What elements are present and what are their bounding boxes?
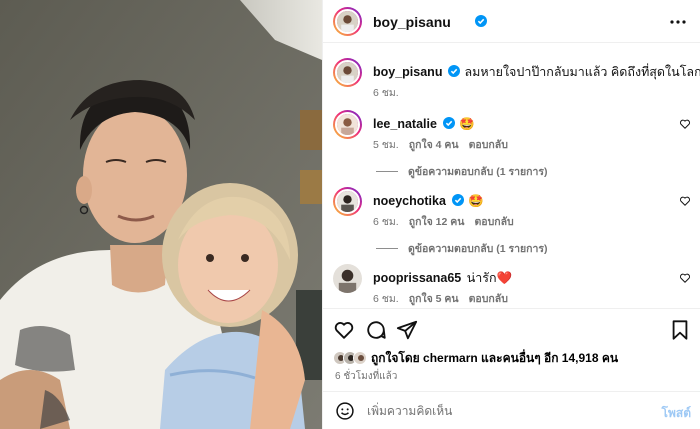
comment-username[interactable]: pooprissana65	[373, 271, 461, 285]
comment-avatar[interactable]	[333, 264, 362, 293]
comment-likes-link[interactable]: ถูกใจ 4 คน	[409, 139, 459, 151]
post-detail-panel: boy_pisanu boy_pisanu ลมหายใจปาป๊ากลับมาแ…	[322, 0, 700, 429]
likes-summary[interactable]: ถูกใจโดย chermarn และคนอื่นๆ อีก 14,918 …	[333, 350, 618, 366]
liker-avatar	[353, 351, 367, 365]
comment-meta: 6 ชม. ถูกใจ 12 คน ตอบกลับ	[373, 213, 524, 230]
comment-likes-link[interactable]: ถูกใจ 5 คน	[409, 293, 459, 305]
comment-bubble-icon[interactable]	[365, 319, 387, 341]
comment-text-line: pooprissana65 น่ารัก❤️	[373, 270, 512, 286]
comment-time: 6 ชม.	[373, 293, 399, 305]
comment-input[interactable]	[367, 401, 627, 421]
like-comment-heart-icon[interactable]	[679, 118, 691, 130]
photo-illustration	[0, 0, 322, 429]
comment-text: 🤩	[458, 117, 475, 131]
replies-divider-line	[376, 248, 398, 249]
author-avatar[interactable]	[333, 7, 362, 36]
comment-heart-emoji: ❤️	[496, 271, 513, 285]
comment-username[interactable]: noeychotika	[373, 194, 446, 208]
caption-username[interactable]: boy_pisanu	[373, 65, 442, 79]
comment-avatar[interactable]	[333, 110, 362, 139]
verified-badge-icon	[442, 117, 455, 129]
comment-meta: 6 ชม. ถูกใจ 5 คน ตอบกลับ	[373, 290, 518, 307]
likes-summary-text: ถูกใจโดย chermarn และคนอื่นๆ อีก 14,918 …	[371, 350, 619, 365]
comment-time: 5 ชม.	[373, 139, 399, 151]
caption-avatar[interactable]	[333, 58, 362, 87]
comment-text: น่ารัก	[466, 271, 497, 285]
comment-text-line: lee_natalie 🤩	[373, 116, 475, 132]
comment-username[interactable]: lee_natalie	[373, 117, 437, 131]
comment-text: 🤩	[467, 194, 484, 208]
post-comment-button[interactable]: โพสต์	[662, 404, 691, 423]
author-username[interactable]: boy_pisanu	[373, 14, 451, 30]
more-horizontal-icon[interactable]	[669, 13, 687, 31]
verified-badge-icon	[451, 194, 464, 206]
comment-text-line: noeychotika 🤩	[373, 193, 484, 209]
share-send-icon[interactable]	[396, 319, 418, 341]
caption-time: 6 ชม.	[373, 87, 399, 99]
add-comment-bar: โพสต์	[323, 391, 700, 429]
comment-likes-link[interactable]: ถูกใจ 12 คน	[409, 216, 465, 228]
post-header: boy_pisanu	[323, 0, 700, 43]
view-replies-button[interactable]: ดูข้อความตอบกลับ (1 รายการ)	[376, 240, 548, 257]
author-avatar-image	[335, 9, 360, 34]
like-heart-icon[interactable]	[333, 319, 355, 341]
caption-avatar-image	[335, 60, 360, 85]
view-replies-label: ดูข้อความตอบกลับ (1 รายการ)	[408, 243, 548, 255]
bookmark-save-icon[interactable]	[669, 319, 691, 341]
view-replies-button[interactable]: ดูข้อความตอบกลับ (1 รายการ)	[376, 163, 548, 180]
comment-avatar[interactable]	[333, 187, 362, 216]
reply-button[interactable]: ตอบกลับ	[469, 293, 508, 305]
comment-avatar-image	[333, 264, 362, 293]
post-actions	[323, 317, 700, 345]
caption-meta: 6 ชม.	[373, 84, 409, 101]
comment-avatar-image	[335, 189, 360, 214]
comment-time: 6 ชม.	[373, 216, 399, 228]
verified-badge-icon	[448, 65, 461, 77]
comment-avatar-image	[335, 112, 360, 137]
view-replies-label: ดูข้อความตอบกลับ (1 รายการ)	[408, 166, 548, 178]
comment-meta: 5 ชม. ถูกใจ 4 คน ตอบกลับ	[373, 136, 518, 153]
post-photo[interactable]	[0, 0, 322, 429]
verified-badge-icon	[475, 15, 487, 27]
like-comment-heart-icon[interactable]	[679, 195, 691, 207]
reply-button[interactable]: ตอบกลับ	[474, 216, 513, 228]
comments-list[interactable]: boy_pisanu ลมหายใจปาป๊ากลับมาแล้ว คิดถึงท…	[323, 44, 700, 309]
caption-text: ลมหายใจปาป๊ากลับมาแล้ว คิดถึงที่สุดในโลก…	[464, 65, 700, 79]
like-comment-heart-icon[interactable]	[679, 272, 691, 284]
emoji-smiley-icon[interactable]	[335, 401, 355, 421]
caption-text-line: boy_pisanu ลมหายใจปาป๊ากลับมาแล้ว คิดถึงท…	[373, 64, 700, 80]
reply-button[interactable]: ตอบกลับ	[469, 139, 508, 151]
post-timestamp[interactable]: 6 ชั่วโมงที่แล้ว	[335, 369, 397, 384]
replies-divider-line	[376, 171, 398, 172]
